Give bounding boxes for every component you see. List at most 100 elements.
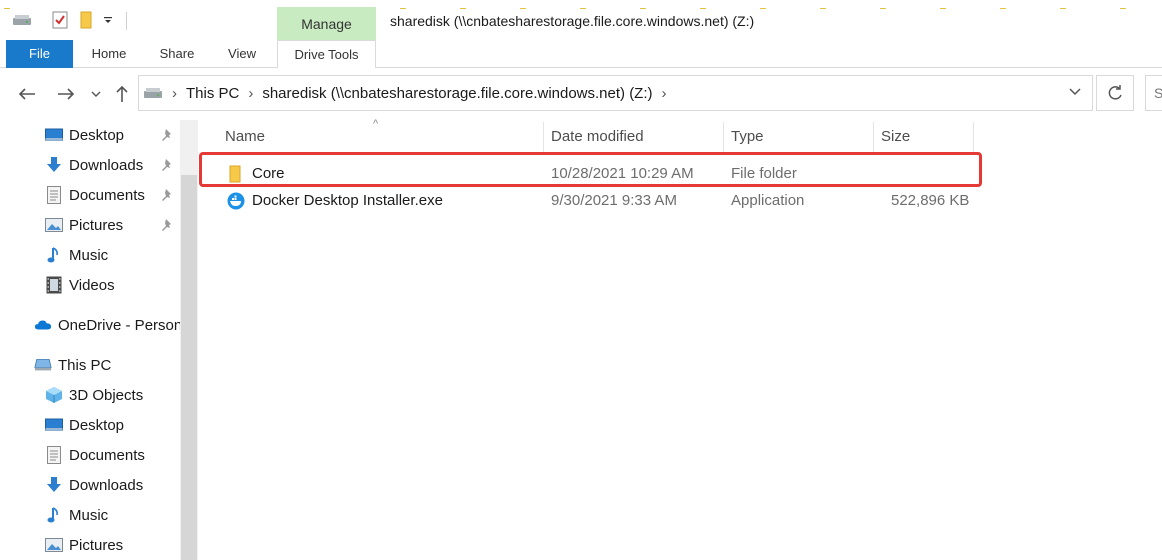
navigation-pane: Desktop Downloads Documents Pictures Mus… (0, 120, 180, 560)
properties-icon[interactable] (50, 10, 70, 30)
pictures-icon (45, 536, 63, 554)
sidebar-item-label: OneDrive - Person (58, 316, 180, 334)
ribbon-tabs: File Home Share View Drive Tools (0, 40, 1162, 69)
customize-quick-access-icon[interactable] (98, 10, 118, 30)
sidebar-item-label: Videos (69, 276, 115, 294)
window-title: sharedisk (\\cnbatesharestorage.file.cor… (390, 13, 755, 29)
ribbon-accent-dash (1060, 8, 1066, 9)
ribbon-accent-dash (400, 8, 406, 9)
sidebar-item-pictures-pc[interactable]: Pictures (45, 530, 123, 560)
up-arrow-icon (116, 85, 128, 102)
ribbon-accent-dash (760, 8, 766, 9)
ribbon-accent-dash (940, 8, 946, 9)
navigation-pane-scroll-thumb[interactable] (181, 175, 197, 560)
address-history-dropdown[interactable] (1068, 84, 1084, 100)
manage-context-label: Manage (301, 16, 352, 32)
sidebar-item-3d-objects[interactable]: 3D Objects (45, 380, 143, 410)
sidebar-item-label: Downloads (69, 476, 144, 494)
sidebar-item-this-pc[interactable]: This PC (34, 350, 111, 380)
sidebar-item-music-pc[interactable]: Music (45, 500, 108, 530)
breadcrumb-chevron-icon[interactable]: › (172, 85, 177, 102)
table-row[interactable]: Docker Desktop Installer.exe 9/30/2021 9… (198, 188, 978, 214)
sidebar-item-label: Music (69, 246, 109, 264)
sidebar-item-label: Music (69, 506, 109, 524)
pictures-icon (45, 216, 63, 234)
ribbon-accent-dash (640, 8, 646, 9)
pin-icon[interactable] (160, 188, 174, 202)
pin-icon[interactable] (160, 128, 174, 142)
tab-share[interactable]: Share (150, 40, 204, 68)
sidebar-item-label: Pictures (69, 216, 124, 234)
ribbon-accent-dash (1000, 8, 1006, 9)
sidebar-item-downloads-pc[interactable]: Downloads (45, 470, 143, 500)
manage-context-group: Manage (277, 7, 376, 41)
tab-view[interactable]: View (216, 40, 268, 68)
ribbon-accent-dash (820, 8, 826, 9)
documents-icon (45, 446, 63, 464)
sidebar-item-documents[interactable]: Documents (45, 180, 145, 210)
breadcrumb-this-pc[interactable]: This PC (186, 85, 239, 102)
this-pc-icon (34, 356, 52, 374)
sidebar-item-onedrive[interactable]: OneDrive - Person (34, 310, 180, 340)
3d-objects-icon (45, 386, 63, 404)
music-icon (45, 506, 63, 524)
file-date-modified: 9/30/2021 9:33 AM (551, 192, 677, 209)
ribbon-accent-dash (4, 8, 10, 9)
sidebar-item-videos[interactable]: Videos (45, 270, 115, 300)
ribbon-accent-dash (580, 8, 586, 9)
tab-home[interactable]: Home (82, 40, 136, 68)
new-folder-icon[interactable] (76, 10, 96, 30)
sidebar-item-label: This PC (58, 356, 112, 374)
sidebar-item-downloads[interactable]: Downloads (45, 150, 143, 180)
chevron-down-icon (1069, 88, 1081, 96)
breadcrumb-chevron-icon[interactable]: › (248, 85, 253, 102)
drive-icon (12, 10, 32, 30)
pin-icon[interactable] (160, 218, 174, 232)
highlight-annotation-box (199, 152, 982, 187)
ribbon-accent-dash (460, 8, 466, 9)
sidebar-item-desktop-pc[interactable]: Desktop (45, 410, 124, 440)
onedrive-icon (34, 316, 52, 334)
navigation-bar: › This PC › sharedisk (\\cnbatesharestor… (0, 68, 1162, 120)
downloads-icon (45, 476, 63, 494)
refresh-button[interactable] (1096, 75, 1134, 111)
breadcrumb-chevron-icon[interactable]: › (662, 85, 667, 102)
downloads-icon (45, 156, 63, 174)
title-bar: Manage sharedisk (\\cnbatesharestorage.f… (0, 0, 1162, 41)
drive-icon (143, 86, 163, 100)
sidebar-item-label: Pictures (69, 536, 124, 554)
documents-icon (45, 186, 63, 204)
ribbon-accent-dash (880, 8, 886, 9)
pin-icon[interactable] (160, 158, 174, 172)
sidebar-item-label: Desktop (69, 126, 125, 144)
column-header-type[interactable]: Type (723, 120, 873, 154)
breadcrumb-sharedisk[interactable]: sharedisk (\\cnbatesharestorage.file.cor… (262, 85, 652, 102)
column-header-name[interactable]: Name (217, 120, 543, 154)
sidebar-item-label: Desktop (69, 416, 125, 434)
column-divider[interactable] (973, 122, 974, 152)
column-header-size[interactable]: Size (873, 120, 973, 154)
sidebar-item-pictures[interactable]: Pictures (45, 210, 123, 240)
sidebar-item-label: Downloads (69, 156, 144, 174)
file-name[interactable]: Docker Desktop Installer.exe (252, 188, 443, 214)
back-button[interactable] (16, 82, 38, 106)
sidebar-item-music[interactable]: Music (45, 240, 108, 270)
refresh-icon (1108, 85, 1122, 100)
sidebar-item-documents-pc[interactable]: Documents (45, 440, 145, 470)
address-bar[interactable]: › This PC › sharedisk (\\cnbatesharestor… (138, 75, 1093, 111)
search-input[interactable]: S (1145, 75, 1162, 111)
file-type: Application (731, 192, 805, 209)
forward-button[interactable] (55, 82, 77, 106)
sidebar-item-label: 3D Objects (69, 386, 144, 404)
recent-locations-button[interactable] (88, 82, 104, 106)
sidebar-item-desktop[interactable]: Desktop (45, 120, 124, 150)
up-button[interactable] (111, 82, 133, 106)
chevron-down-icon (91, 91, 101, 97)
desktop-icon (45, 416, 63, 434)
file-size: 522,896 KB (891, 192, 970, 209)
tab-drive-tools[interactable]: Drive Tools (277, 40, 376, 69)
quick-access-separator (126, 12, 127, 30)
desktop-icon (45, 126, 63, 144)
column-header-date-modified[interactable]: Date modified (543, 120, 723, 154)
tab-file[interactable]: File (6, 40, 73, 68)
